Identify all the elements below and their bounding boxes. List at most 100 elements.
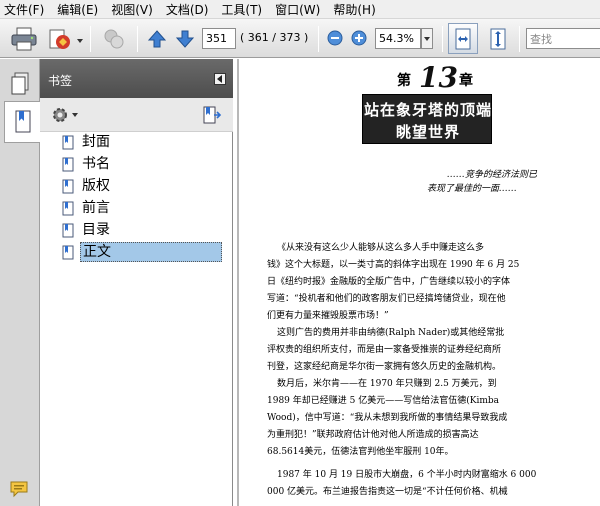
bookmarks-panel: 书签 封面 书名 版权 前言 目录 正文 [40, 59, 233, 506]
menu-help[interactable]: 帮助(H) [333, 1, 375, 18]
bookmark-icon [62, 201, 74, 215]
create-pdf-icon [49, 29, 70, 49]
chevron-left-icon [217, 75, 222, 83]
bookmark-icon [62, 157, 74, 171]
print-button[interactable] [10, 25, 38, 53]
bookmark-label: 版权 [82, 178, 110, 194]
arrow-down-icon [175, 30, 195, 48]
epigraph-line: 表现了最佳的一面…… [427, 184, 518, 194]
next-page-button[interactable] [174, 27, 196, 51]
menu-window[interactable]: 窗口(W) [275, 1, 320, 18]
bookmark-item[interactable]: 封面 [62, 132, 112, 152]
bookmark-icon [62, 223, 74, 237]
toolbar-separator [137, 26, 138, 52]
zoom-dropdown-button[interactable] [421, 28, 433, 49]
bookmark-icon [62, 135, 74, 149]
body-text-line: Wood)，信中写道：“我从未想到我所做的事情结果导致我成 [267, 413, 508, 423]
body-text-line: 1987 年 10 月 19 日股市大崩盘，6 个半小时内财富缩水 6 000 [277, 470, 537, 480]
comment-icon [10, 481, 28, 498]
bookmark-label: 正文 [80, 242, 222, 262]
chapter-suffix: 章 [459, 73, 473, 89]
bookmark-item-selected[interactable]: 正文 [62, 242, 222, 262]
chevron-down-icon [424, 36, 430, 41]
bookmark-label: 目录 [82, 222, 110, 238]
bookmark-icon [62, 245, 74, 259]
body-text-line: 写道：“投机者和他们的政客朋友们已经搞垮储贷业，现在他 [267, 294, 506, 304]
create-pdf-button[interactable] [46, 25, 74, 53]
navigation-strip [0, 59, 40, 506]
comments-tab[interactable] [4, 477, 36, 503]
menu-view[interactable]: 视图(V) [111, 1, 153, 18]
fit-page-button[interactable] [485, 25, 511, 53]
bookmark-item[interactable]: 前言 [62, 198, 112, 218]
arrow-up-icon [147, 30, 167, 48]
body-text-line: 1989 年却已经赚进 5 亿美元——写信给法官伍德(Kimba [267, 396, 499, 406]
menu-edit[interactable]: 编辑(E) [57, 1, 98, 18]
expand-bookmark-button[interactable] [200, 103, 224, 127]
body-text-line: 们更有力量来摧毁股票市场！” [267, 311, 389, 321]
pages-icon [11, 72, 29, 95]
body-text-line: 为重刑犯！”联邦政府估计他对他人所造成的损害高达 [267, 430, 479, 440]
page-number-input[interactable]: 351 [202, 28, 236, 49]
body-text-line: 钱》这个大标题，以一类寸高的斜体字出现在 1990 年 6 月 25 [267, 260, 520, 270]
bookmark-label: 封面 [82, 134, 110, 150]
zoom-in-icon [351, 30, 367, 46]
menu-file[interactable]: 文件(F) [4, 1, 44, 18]
bookmark-item[interactable]: 目录 [62, 220, 112, 240]
chapter-title-line: 眺望世界 [395, 123, 460, 141]
body-text-line: 这则广告的费用并非由纳德(Ralph Nader)或其他经常批 [277, 328, 505, 338]
toolbar-separator [519, 26, 520, 52]
zoom-out-icon [327, 30, 343, 46]
bookmark-label: 书名 [82, 156, 110, 172]
printer-icon [11, 27, 37, 51]
create-pdf-dropdown-icon[interactable] [77, 39, 83, 43]
toolbar-separator [442, 26, 443, 52]
body-text-line: 刊登，这家经纪商是华尔街一家拥有悠久历史的金融机构。 [267, 362, 502, 372]
zoom-out-button[interactable] [326, 29, 344, 47]
body-text-line: 数月后，米尔肯——在 1970 年只赚到 2.5 万美元，到 [277, 379, 497, 389]
fit-page-icon [490, 28, 506, 50]
toolbar: 351 ( 361 / 373 ) 54.3% 查找 [0, 19, 600, 58]
search-input[interactable]: 查找 [526, 28, 600, 49]
previous-page-button[interactable] [146, 27, 168, 51]
chapter-title-line: 站在象牙塔的顶端 [363, 101, 492, 119]
chevron-down-icon [71, 113, 78, 117]
gear-icon [52, 108, 67, 122]
chapter-number: 13 [419, 61, 458, 94]
page-count: ( 361 / 373 ) [240, 31, 309, 44]
page-border [237, 59, 239, 506]
body-text-line: 《从来没有这么少人能够从这么多人手中赚走这么多 [277, 243, 485, 253]
fit-width-button[interactable] [448, 23, 478, 54]
epigraph-line: ……竞争的经济法则已 [447, 170, 538, 180]
toolbar-separator [90, 26, 91, 52]
bookmark-icon [62, 179, 74, 193]
body-text-line: 68.5614美元，伍德法官判他坐牢服刑 10年。 [267, 447, 454, 457]
toolbar-separator [318, 26, 319, 52]
options-button[interactable] [48, 104, 80, 126]
panel-title: 书签 [48, 74, 73, 88]
bookmark-page-icon [15, 110, 30, 133]
bookmark-label: 前言 [82, 200, 110, 216]
bookmark-item[interactable]: 书名 [62, 154, 112, 174]
chapter-title-box: 站在象牙塔的顶端 眺望世界 [362, 94, 492, 144]
body-text-line: 评权贵的组织所支付，而是由一家备受推崇的证券经纪商所 [267, 345, 502, 355]
bookmark-goto-icon [203, 106, 222, 124]
panel-header: 书签 [40, 59, 233, 98]
panel-toolbar [40, 98, 233, 132]
collaborate-icon [104, 29, 124, 49]
bookmark-item[interactable]: 版权 [62, 176, 112, 196]
body-text-line: 000 亿美元。布兰迪报告指责这一切是“不计任何价格、机械 [267, 487, 508, 497]
body-text-line: 日《纽约时报》金融版的全版广告中，广告继续以较小的字体 [267, 277, 511, 287]
pages-tab[interactable] [4, 63, 36, 105]
menu-bar: 文件(F) 编辑(E) 视图(V) 文档(D) 工具(T) 窗口(W) 帮助(H… [0, 0, 600, 19]
bookmarks-tab[interactable] [4, 101, 40, 143]
chapter-prefix: 第 [397, 73, 411, 89]
fit-width-icon [455, 28, 471, 49]
menu-document[interactable]: 文档(D) [166, 1, 209, 18]
menu-tools[interactable]: 工具(T) [221, 1, 262, 18]
zoom-input[interactable]: 54.3% [375, 28, 421, 49]
zoom-in-button[interactable] [350, 29, 368, 47]
document-page: 第 13 章 站在象牙塔的顶端 眺望世界 ……竞争的经济法则已 表现了最佳的一面… [237, 59, 600, 506]
collapse-panel-button[interactable] [214, 73, 226, 85]
collaborate-button[interactable] [100, 25, 128, 53]
